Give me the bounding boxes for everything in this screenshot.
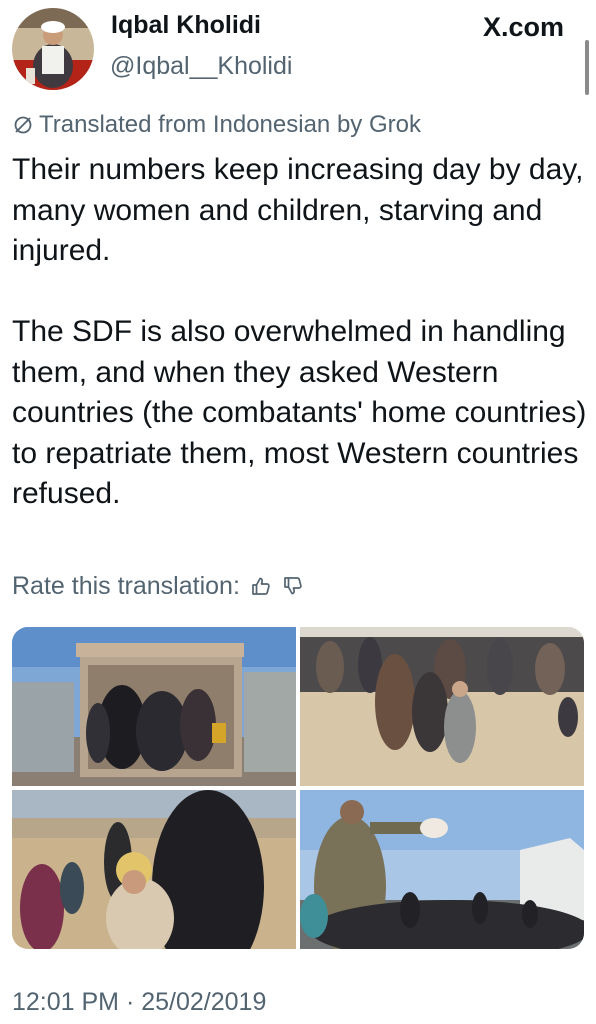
rate-translation-row: Rate this translation: — [12, 568, 304, 604]
tweet-paragraph: The SDF is also overwhelmed in handling … — [12, 315, 587, 510]
author-display-name[interactable]: Iqbal Kholidi — [111, 11, 261, 40]
food-distribution-photo — [300, 790, 584, 949]
translate-icon — [14, 116, 32, 134]
media-photo[interactable] — [12, 790, 296, 949]
author-handle[interactable]: @Iqbal__Kholidi — [110, 52, 292, 81]
translation-notice-text: Translated from Indonesian by Grok — [39, 111, 421, 138]
media-photo[interactable] — [12, 627, 296, 786]
tweet-paragraph: Their numbers keep increasing day by day… — [12, 153, 584, 267]
media-grid — [12, 627, 584, 949]
tweet-timestamp[interactable]: 12:01 PM · 25/02/2019 — [12, 988, 266, 1017]
x-com-watermark: X.com — [483, 12, 565, 42]
avatar-photo — [12, 8, 94, 90]
media-photo[interactable] — [300, 790, 584, 949]
media-photo[interactable] — [300, 627, 584, 786]
translation-notice: Translated from Indonesian by Grok — [12, 109, 421, 141]
mother-and-child-photo — [12, 790, 296, 949]
avatar[interactable] — [12, 8, 94, 90]
thumbs-down-icon[interactable] — [282, 575, 304, 597]
crowd-in-desert-photo — [300, 627, 584, 786]
scrollbar[interactable] — [585, 40, 589, 95]
rate-translation-label: Rate this translation: — [12, 571, 240, 600]
thumbs-up-icon[interactable] — [250, 575, 272, 597]
tweet-text: Their numbers keep increasing day by day… — [12, 150, 587, 515]
truck-with-women-photo — [12, 627, 296, 786]
